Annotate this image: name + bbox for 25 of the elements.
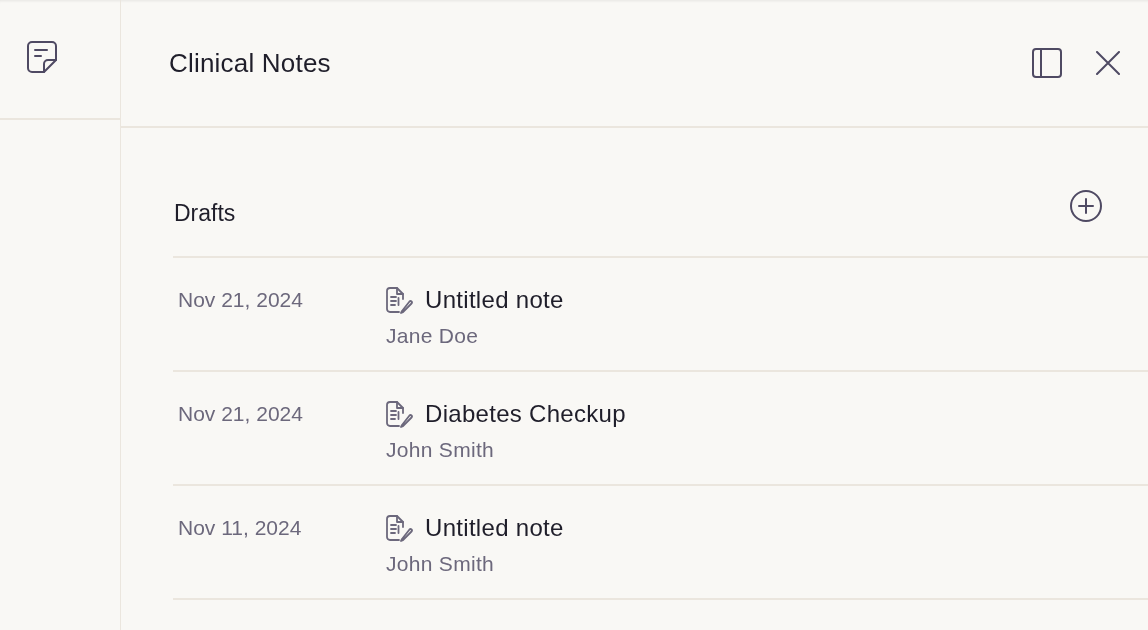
note-edit-icon xyxy=(386,400,413,428)
note-author: Jane Doe xyxy=(386,323,480,349)
section-title: Drafts xyxy=(174,202,237,225)
note-date: Nov 21, 2024 xyxy=(178,401,304,427)
toggle-sidebar-button[interactable] xyxy=(1030,46,1064,80)
add-note-button[interactable] xyxy=(1068,188,1104,224)
add-circle-icon xyxy=(1070,190,1102,222)
note-row[interactable]: Nov 21, 2024 Diabetes Checkup John Smith xyxy=(173,372,1148,486)
note-title: Diabetes Checkup xyxy=(425,400,626,428)
note-row[interactable]: Nov 21, 2024 Untitled note Jane Doe xyxy=(173,258,1148,372)
close-button[interactable] xyxy=(1094,49,1122,77)
note-title: Untitled note xyxy=(425,514,564,542)
sticky-note-icon xyxy=(26,40,58,74)
note-title: Untitled note xyxy=(425,286,564,314)
note-edit-icon xyxy=(386,286,413,314)
note-author: John Smith xyxy=(386,437,496,463)
note-edit-icon xyxy=(386,514,413,542)
notes-nav-button[interactable] xyxy=(24,38,60,76)
close-icon xyxy=(1096,51,1120,75)
sidebar-panel-icon xyxy=(1032,48,1062,78)
note-row[interactable]: Nov 11, 2024 Untitled note John Smith xyxy=(173,486,1148,600)
note-date: Nov 21, 2024 xyxy=(178,287,304,313)
panel-title: Clinical Notes xyxy=(169,47,332,79)
note-author: John Smith xyxy=(386,551,496,577)
note-date: Nov 11, 2024 xyxy=(178,515,303,541)
